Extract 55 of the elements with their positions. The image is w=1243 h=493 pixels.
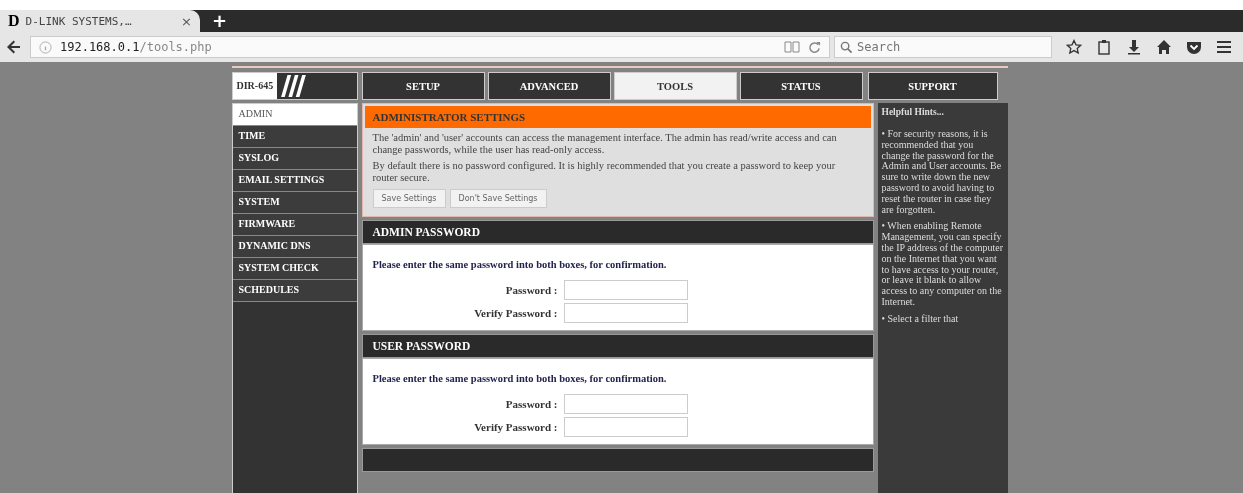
section-title: ADMIN PASSWORD [361,220,874,244]
hint-text: • When enabling Remote Management, you can specify the IP address of the computer on the Internet that you want to have access to your router, or leave it blank to allow access to any computer on the Internet. [881,221,1004,308]
hints-title: Helpful Hints... [881,107,945,117]
description-text: By default there is no password configured. It is highly recommended that you create a password to keep your router secure. [372,160,837,184]
sidebar-item[interactable]: SYSTEM CHECK [232,258,357,280]
description-text: The 'admin' and 'user' accounts can access the management interface. The admin has read/write access and can change passwords, while the user has read-only access. [372,132,838,156]
field-label: Password : [504,284,559,296]
instruction-text: Please enter the same password into both boxes, for confirmation. [372,259,668,270]
nav-tab[interactable]: SUPPORT [867,72,998,100]
field-label: Verify Password : [473,421,559,433]
field-label: Password : [504,398,559,410]
sidebar-item[interactable]: ADMIN [232,104,357,126]
close-tab-button[interactable]: × [181,13,192,29]
favicon: D [8,12,20,30]
password-field[interactable] [563,394,688,414]
section-title: ADMINISTRATOR SETTINGS [364,106,871,128]
address-bar[interactable]: 192.168.0.1/tools.php [30,36,830,58]
sidebar-item[interactable]: EMAIL SETTINGS [232,170,357,192]
settings-button[interactable]: Don't Save Settings [449,189,547,208]
model-logo: DIR-645 [231,72,358,100]
nav-tab[interactable]: ADVANCED [487,72,611,100]
instruction-text: Please enter the same password into both boxes, for confirmation. [372,373,668,384]
download-icon[interactable] [1126,39,1142,55]
clipboard-icon[interactable] [1096,39,1112,55]
hint-text: • Select a filter that [881,313,960,325]
sidebar-item[interactable]: SCHEDULES [232,280,357,302]
field-label: Verify Password : [473,307,559,319]
sidebar-item[interactable]: SYSTEM [232,192,357,214]
tab-title: D-LINK SYSTEMS,… [25,14,133,28]
hint-text: • For security reasons, it is recommended that you change the password for the Admin and User accounts. Be sure to write down the new password to avoid having to reset the router in case they are forgotten. [881,129,1003,216]
star-icon[interactable] [1066,39,1082,55]
slash-icon [279,75,308,97]
reload-icon[interactable] [808,40,821,54]
password-field[interactable] [563,303,688,323]
sidebar-item[interactable]: DYNAMIC DNS [232,236,357,258]
info-icon [39,40,52,54]
menu-icon[interactable] [1216,39,1232,55]
browser-tab[interactable]: D D-LINK SYSTEMS,… × [0,10,200,32]
settings-button[interactable]: Save Settings [372,189,446,208]
search-icon [840,41,853,54]
sidebar-item[interactable]: SYSLOG [232,148,357,170]
password-field[interactable] [563,417,688,437]
sidebar-item[interactable]: TIME [232,126,357,148]
sidebar-item[interactable]: FIRMWARE [232,214,357,236]
search-field[interactable]: Search [834,36,1052,58]
nav-tab[interactable]: SETUP [361,72,485,100]
new-tab-button[interactable]: + [212,10,228,32]
nav-tab[interactable]: STATUS [739,72,863,100]
section-title: USER PASSWORD [361,334,874,358]
nav-tab[interactable]: TOOLS [613,72,737,100]
home-icon[interactable] [1156,39,1172,55]
url-text: 192.168.0.1/tools.php [60,40,212,54]
back-icon[interactable] [6,39,22,55]
password-field[interactable] [563,280,688,300]
pocket-icon[interactable] [1186,39,1202,55]
